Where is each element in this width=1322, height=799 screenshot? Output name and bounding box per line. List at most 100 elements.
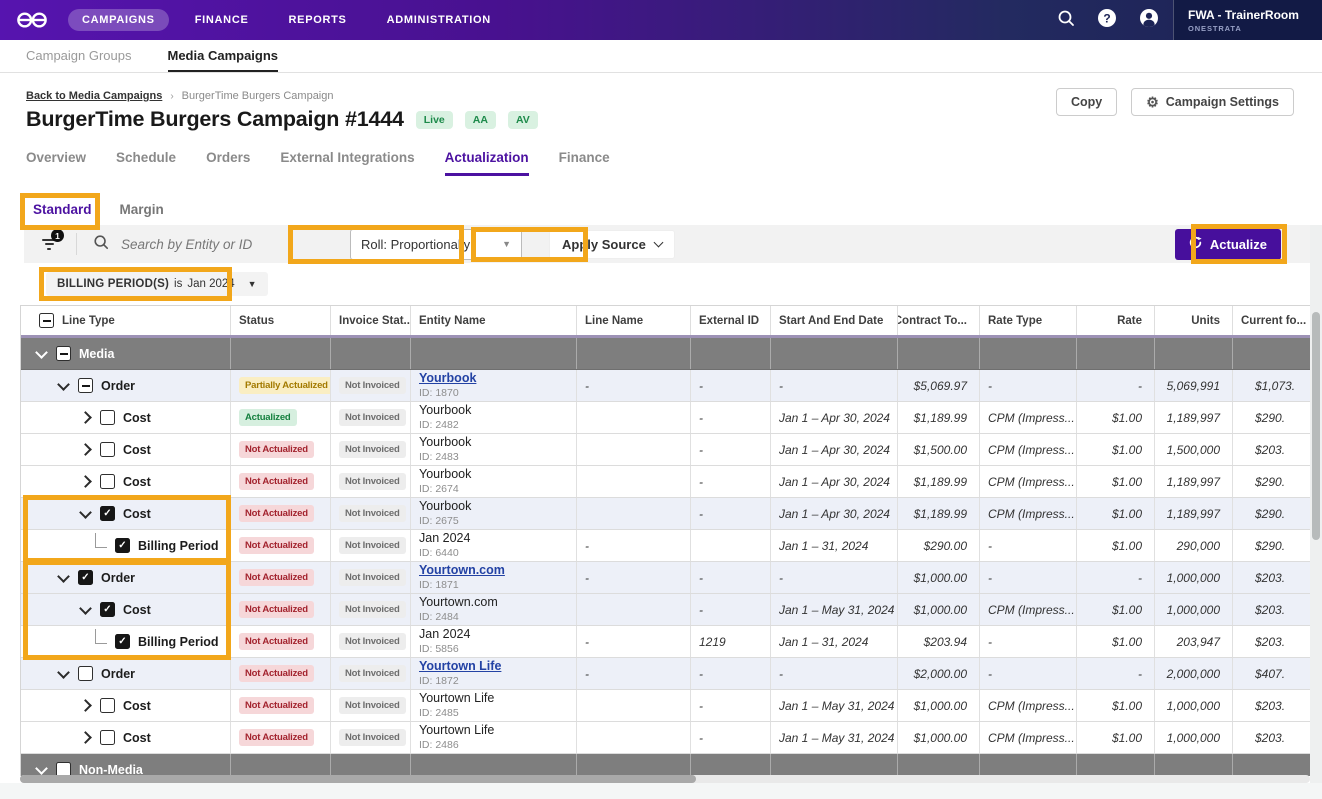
chevron-down-icon[interactable]: [57, 570, 70, 583]
column-header-contract_to[interactable]: Contract To...: [898, 306, 980, 335]
row-checkbox-unchecked[interactable]: [100, 698, 115, 713]
cell-value: $290.: [1255, 475, 1285, 489]
roll-method-select[interactable]: Roll: Proportionally ▼: [350, 229, 522, 260]
table-row[interactable]: CostNot ActualizedNot InvoicedYourbookID…: [21, 434, 1311, 466]
nav-finance[interactable]: FINANCE: [181, 9, 263, 31]
row-checkbox-unchecked[interactable]: [100, 410, 115, 425]
row-checkbox-checked[interactable]: ✓: [100, 602, 115, 617]
help-icon[interactable]: ?: [1097, 8, 1117, 33]
tab-finance[interactable]: Finance: [559, 150, 610, 176]
row-checkbox-indeterminate[interactable]: [78, 378, 93, 393]
cell-status: Actualized: [231, 402, 331, 433]
chevron-right-icon[interactable]: [79, 443, 92, 456]
line-type-label: Order: [101, 667, 135, 681]
horizontal-scrollbar[interactable]: [20, 775, 696, 783]
chevron-down-icon[interactable]: [79, 602, 92, 615]
row-checkbox-checked[interactable]: ✓: [115, 634, 130, 649]
chevron-down-icon[interactable]: [35, 762, 48, 775]
cell-value: Jan 1 – Apr 30, 2024: [779, 507, 890, 521]
table-row[interactable]: OrderNot ActualizedNot InvoicedYourtown …: [21, 658, 1311, 690]
vertical-scrollbar[interactable]: [1312, 312, 1320, 540]
tab-external-integrations[interactable]: External Integrations: [280, 150, 414, 176]
row-checkbox-checked[interactable]: ✓: [100, 506, 115, 521]
column-header-current_forecast[interactable]: Current fo...: [1233, 306, 1311, 335]
group-row-non-media[interactable]: Non-Media: [21, 754, 1311, 776]
chevron-right-icon[interactable]: [79, 475, 92, 488]
search-input[interactable]: [119, 236, 308, 253]
nav-administration[interactable]: ADMINISTRATION: [373, 9, 505, 31]
column-header-status[interactable]: Status: [231, 306, 331, 335]
table-row[interactable]: CostNot ActualizedNot InvoicedYourtown L…: [21, 690, 1311, 722]
table-row[interactable]: CostNot ActualizedNot InvoicedYourbookID…: [21, 466, 1311, 498]
column-header-rate[interactable]: Rate: [1077, 306, 1155, 335]
apply-source-button[interactable]: Apply Source: [549, 230, 675, 259]
row-checkbox-unchecked[interactable]: [56, 762, 71, 776]
entity-name: Yourbook: [419, 435, 471, 450]
table-row[interactable]: ✓Billing PeriodNot ActualizedNot Invoice…: [21, 530, 1311, 562]
table-row[interactable]: ✓Billing PeriodNot ActualizedNot Invoice…: [21, 626, 1311, 658]
table-row[interactable]: ✓CostNot ActualizedNot InvoicedYourbookI…: [21, 498, 1311, 530]
campaign-settings-button[interactable]: ⚙ Campaign Settings: [1131, 88, 1294, 116]
column-header-invoice_status[interactable]: Invoice Stat...: [331, 306, 411, 335]
account-switcher[interactable]: FWA - TrainerRoom ONESTRATA: [1173, 0, 1322, 40]
table-row[interactable]: CostNot ActualizedNot InvoicedYourtown L…: [21, 722, 1311, 754]
tab-orders[interactable]: Orders: [206, 150, 250, 176]
campaign-actualization-page: CAMPAIGNS FINANCE REPORTS ADMINISTRATION…: [0, 0, 1322, 799]
nav-campaigns[interactable]: CAMPAIGNS: [68, 9, 169, 31]
table-row[interactable]: OrderPartially ActualizedNot InvoicedYou…: [21, 370, 1311, 402]
cell-current_forecast: $203.: [1233, 722, 1311, 753]
column-header-entity_name[interactable]: Entity Name: [411, 306, 577, 335]
chevron-down-icon[interactable]: [79, 506, 92, 519]
row-checkbox-unchecked[interactable]: [78, 666, 93, 681]
table-row[interactable]: ✓OrderNot ActualizedNot InvoicedYourtown…: [21, 562, 1311, 594]
entity-link[interactable]: Yourbook: [419, 371, 476, 386]
tab-schedule[interactable]: Schedule: [116, 150, 176, 176]
cell-value: $1,000.00: [914, 731, 967, 745]
row-checkbox-unchecked[interactable]: [100, 730, 115, 745]
table-row[interactable]: CostActualizedNot InvoicedYourbookID: 24…: [21, 402, 1311, 434]
cell-value: -: [699, 603, 703, 617]
group-row-media[interactable]: Media: [21, 338, 1311, 370]
billing-period-filter-chip[interactable]: BILLING PERIOD(S) is Jan 2024 ▼: [46, 272, 268, 296]
chevron-right-icon[interactable]: [79, 699, 92, 712]
user-account-icon[interactable]: [1139, 8, 1159, 33]
column-header-external_id[interactable]: External ID: [691, 306, 771, 335]
chevron-right-icon[interactable]: [79, 731, 92, 744]
cell-value: $1.00: [1112, 443, 1142, 457]
breadcrumb-back-link[interactable]: Back to Media Campaigns: [26, 90, 162, 102]
chevron-down-icon[interactable]: [57, 666, 70, 679]
column-header-rate_type[interactable]: Rate Type: [980, 306, 1077, 335]
brand-logo-icon[interactable]: [16, 10, 48, 30]
filter-button[interactable]: 1: [38, 233, 60, 255]
column-header-start_end_date[interactable]: Start And End Date: [771, 306, 898, 335]
table-row[interactable]: ✓CostNot ActualizedNot InvoicedYourtown.…: [21, 594, 1311, 626]
cell-line_name: [577, 466, 691, 497]
entity-link[interactable]: Yourtown Life: [419, 659, 501, 674]
select-all-checkbox[interactable]: [39, 313, 54, 328]
row-checkbox-checked[interactable]: ✓: [115, 538, 130, 553]
chevron-right-icon[interactable]: [79, 411, 92, 424]
column-header-line_name[interactable]: Line Name: [577, 306, 691, 335]
row-checkbox-checked[interactable]: ✓: [78, 570, 93, 585]
column-header-units[interactable]: Units: [1155, 306, 1233, 335]
row-checkbox-unchecked[interactable]: [100, 474, 115, 489]
cell-value: $1.00: [1112, 475, 1142, 489]
cell-value: -: [1138, 571, 1142, 585]
tab-actualization[interactable]: Actualization: [445, 150, 529, 176]
entity-link[interactable]: Yourtown.com: [419, 563, 505, 578]
chevron-down-icon[interactable]: [35, 346, 48, 359]
tab-media-campaigns[interactable]: Media Campaigns: [168, 40, 279, 72]
cell-value: $1.00: [1112, 731, 1142, 745]
tab-campaign-groups[interactable]: Campaign Groups: [26, 40, 132, 72]
column-header-line_type[interactable]: Line Type: [21, 306, 231, 335]
cell-units: 1,500,000: [1155, 434, 1233, 465]
actualize-button[interactable]: Actualize: [1175, 229, 1281, 260]
search-icon[interactable]: [1057, 9, 1075, 32]
tab-overview[interactable]: Overview: [26, 150, 86, 176]
row-checkbox-unchecked[interactable]: [100, 442, 115, 457]
copy-button[interactable]: Copy: [1056, 88, 1117, 116]
nav-reports[interactable]: REPORTS: [275, 9, 361, 31]
chevron-down-icon[interactable]: [57, 378, 70, 391]
row-checkbox-indeterminate[interactable]: [56, 346, 71, 361]
status-badge: Not Actualized: [239, 569, 314, 586]
